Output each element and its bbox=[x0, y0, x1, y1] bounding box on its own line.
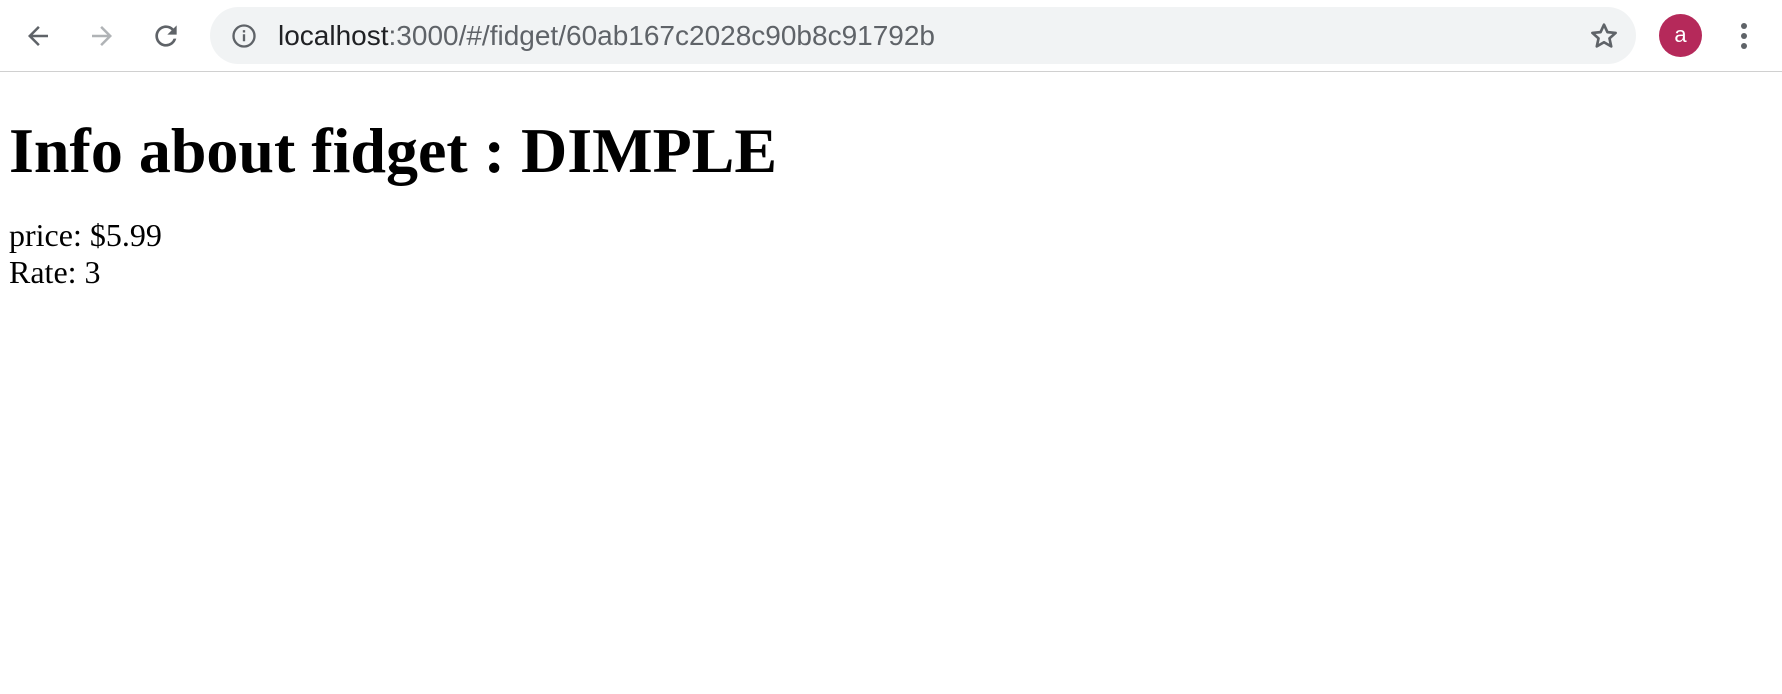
arrow-right-icon bbox=[92, 26, 112, 46]
forward-button[interactable] bbox=[80, 14, 124, 58]
reload-icon bbox=[155, 25, 177, 47]
star-icon[interactable] bbox=[1588, 20, 1620, 52]
back-button[interactable] bbox=[16, 14, 60, 58]
price-text: price: $5.99 bbox=[9, 217, 162, 253]
page-title: Info about fidget : DIMPLE bbox=[9, 115, 778, 186]
rate-text: Rate: 3 bbox=[9, 254, 101, 290]
address-bar[interactable]: localhost:3000/#/fidget/60ab167c2028c90b… bbox=[210, 7, 1636, 64]
url-path: :3000/#/fidget/60ab167c2028c90b8c91792b bbox=[388, 20, 936, 51]
avatar[interactable]: a bbox=[1659, 14, 1702, 57]
fidget-details: price: $5.99 Rate: 3 bbox=[9, 217, 777, 291]
browser-toolbar: localhost:3000/#/fidget/60ab167c2028c90b… bbox=[0, 0, 1782, 72]
page-content: Info about fidget : DIMPLE price: $5.99 … bbox=[9, 72, 777, 291]
more-vertical-icon[interactable] bbox=[1728, 14, 1760, 58]
info-icon[interactable] bbox=[230, 22, 258, 50]
url-text[interactable]: localhost:3000/#/fidget/60ab167c2028c90b… bbox=[278, 7, 935, 64]
reload-button[interactable] bbox=[144, 14, 188, 58]
url-host: localhost bbox=[278, 20, 389, 51]
arrow-left-icon bbox=[28, 26, 48, 46]
